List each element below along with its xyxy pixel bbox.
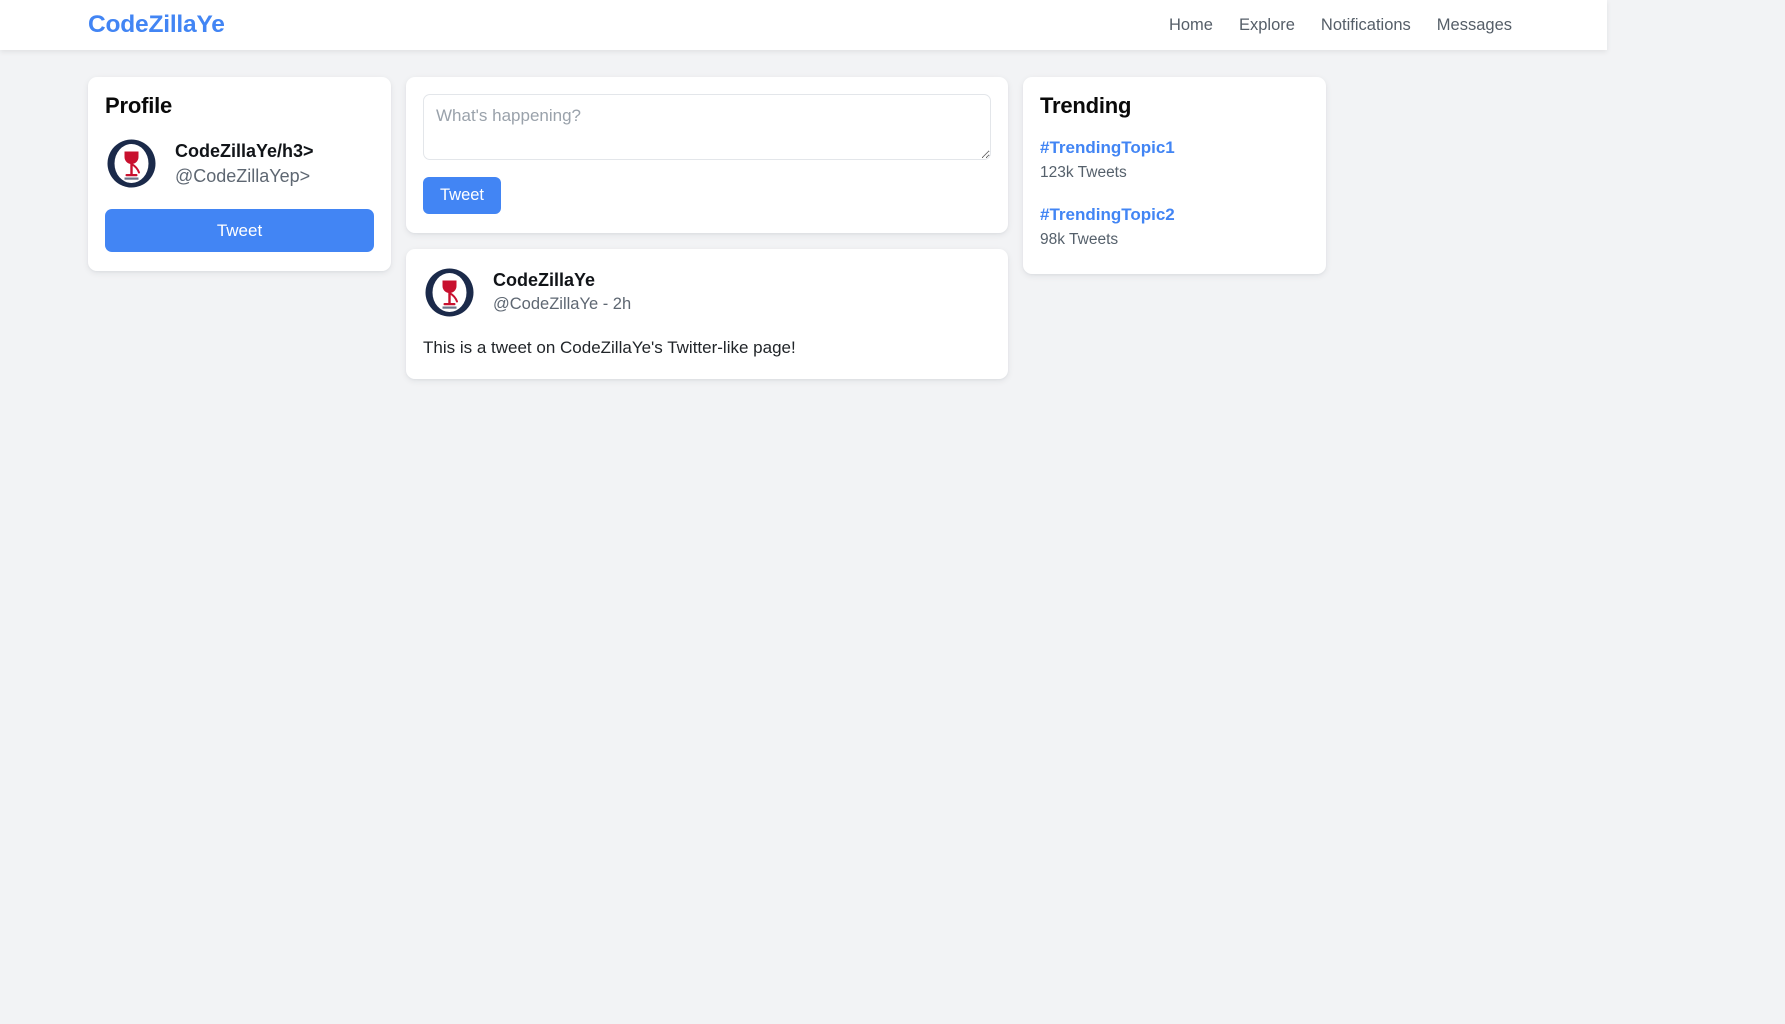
trending-topic-link[interactable]: #TrendingTopic2 [1040, 204, 1309, 227]
codezillaye-logo-icon [105, 137, 158, 191]
tweet-meta: CodeZillaYe @CodeZillaYe - 2h [493, 269, 631, 314]
trending-topic-link[interactable]: #TrendingTopic1 [1040, 137, 1309, 160]
nav-link-notifications[interactable]: Notifications [1321, 17, 1411, 34]
codezillaye-logo-icon [423, 265, 476, 319]
profile-card: Profile CodeZillaYe/h3> @CodeZillaYep> T… [88, 77, 391, 272]
nav-links: Home Explore Notifications Messages [1169, 17, 1512, 34]
trending-card: Trending #TrendingTopic1 123k Tweets #Tr… [1023, 77, 1326, 274]
top-navigation-bar: CodeZillaYe Home Explore Notifications M… [0, 0, 1607, 50]
profile-meta: CodeZillaYe/h3> @CodeZillaYep> [175, 140, 314, 188]
page-layout: Profile CodeZillaYe/h3> @CodeZillaYep> T… [0, 50, 1785, 380]
center-column: Tweet CodeZillaYe @CodeZillaYe - 2h [406, 77, 1008, 380]
profile-name: CodeZillaYe/h3> [175, 140, 314, 161]
profile-handle: @CodeZillaYep> [175, 166, 311, 187]
nav-link-explore[interactable]: Explore [1239, 17, 1295, 34]
trending-topic-count: 98k Tweets [1040, 230, 1119, 248]
trending-item[interactable]: #TrendingTopic2 98k Tweets [1040, 204, 1309, 251]
left-column: Profile CodeZillaYe/h3> @CodeZillaYep> T… [88, 77, 391, 272]
profile-identity-row: CodeZillaYe/h3> @CodeZillaYep> [105, 137, 374, 191]
nav-link-home[interactable]: Home [1169, 17, 1213, 34]
nav-link-messages[interactable]: Messages [1437, 17, 1512, 34]
tweet-card: CodeZillaYe @CodeZillaYe - 2h This is a … [406, 248, 1008, 380]
right-column: Trending #TrendingTopic1 123k Tweets #Tr… [1023, 77, 1326, 274]
profile-tweet-button[interactable]: Tweet [105, 209, 374, 253]
compose-textarea[interactable] [423, 94, 991, 160]
trending-card-title: Trending [1040, 93, 1132, 118]
trending-topic-count: 123k Tweets [1040, 164, 1127, 182]
brand-logo[interactable]: CodeZillaYe [88, 12, 225, 38]
tweet-header: CodeZillaYe @CodeZillaYe - 2h [423, 265, 991, 319]
tweet-author-name: CodeZillaYe [493, 270, 596, 291]
trending-item[interactable]: #TrendingTopic1 123k Tweets [1040, 137, 1309, 184]
compose-tweet-button[interactable]: Tweet [423, 177, 502, 214]
profile-card-title: Profile [105, 93, 173, 118]
compose-card: Tweet [406, 77, 1008, 233]
tweet-body-text: This is a tweet on CodeZillaYe's Twitter… [423, 337, 796, 357]
tweet-handle-timestamp: @CodeZillaYe - 2h [493, 294, 632, 313]
